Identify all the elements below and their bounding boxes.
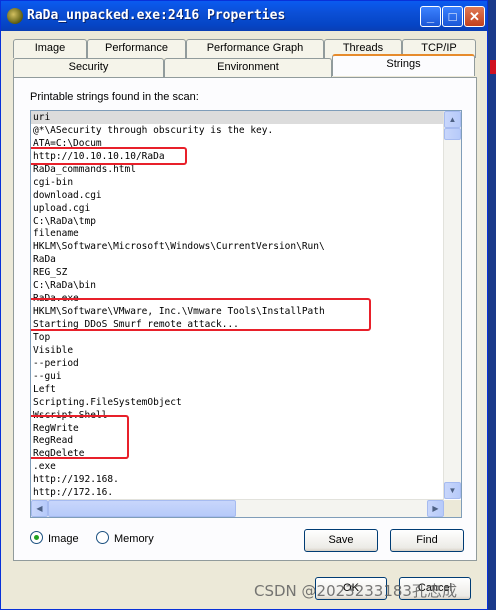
scroll-corner bbox=[444, 500, 461, 517]
background-mark bbox=[490, 60, 496, 74]
maximize-button[interactable]: □ bbox=[442, 6, 463, 27]
tab-performance[interactable]: Performance bbox=[87, 39, 186, 58]
string-list-item[interactable]: uri bbox=[31, 111, 444, 124]
string-list-item[interactable]: http://192.168. bbox=[31, 473, 444, 486]
title-bar[interactable]: RaDa_unpacked.exe:2416 Properties _ □ ✕ bbox=[1, 1, 487, 31]
tab-strings[interactable]: Strings bbox=[332, 54, 475, 76]
string-list-item[interactable]: --period bbox=[31, 357, 444, 370]
vertical-scroll-thumb[interactable] bbox=[444, 128, 461, 140]
scroll-right-arrow-icon[interactable]: ▶ bbox=[427, 500, 444, 517]
radio-image-label: Image bbox=[48, 533, 79, 545]
string-list-item[interactable]: @*\ASecurity through obscurity is the ke… bbox=[31, 124, 444, 137]
highlight-box-vmware-ddos bbox=[31, 298, 371, 331]
strings-listbox[interactable]: uri @*\ASecurity through obscurity is the… bbox=[30, 110, 462, 518]
scroll-left-arrow-icon[interactable]: ◀ bbox=[31, 500, 48, 517]
horizontal-scrollbar[interactable]: ◀ ▶ bbox=[31, 499, 444, 517]
scroll-up-arrow-icon[interactable]: ▲ bbox=[444, 111, 461, 128]
find-button[interactable]: Find bbox=[390, 529, 464, 552]
string-list-item[interactable]: filename bbox=[31, 227, 444, 240]
highlight-box-url bbox=[31, 147, 187, 165]
string-list-item[interactable]: download.cgi bbox=[31, 189, 444, 202]
minimize-button[interactable]: _ bbox=[420, 6, 441, 27]
string-list-item[interactable]: .exe bbox=[31, 460, 444, 473]
strings-panel: Printable strings found in the scan: uri… bbox=[13, 77, 477, 561]
close-button[interactable]: ✕ bbox=[464, 6, 485, 27]
string-list-item[interactable]: cgi-bin bbox=[31, 176, 444, 189]
string-list-item[interactable]: Visible bbox=[31, 344, 444, 357]
string-list-item[interactable]: upload.cgi bbox=[31, 202, 444, 215]
string-list-item[interactable]: REG_SZ bbox=[31, 266, 444, 279]
scroll-down-arrow-icon[interactable]: ▼ bbox=[444, 482, 461, 499]
radio-memory-label: Memory bbox=[114, 533, 154, 545]
tab-image[interactable]: Image bbox=[13, 39, 87, 58]
string-list-item[interactable]: HKLM\Software\Microsoft\Windows\CurrentV… bbox=[31, 240, 444, 253]
horizontal-scroll-thumb[interactable] bbox=[48, 500, 236, 517]
string-list-item[interactable]: C:\RaDa\tmp bbox=[31, 215, 444, 228]
string-list-item[interactable]: Top bbox=[31, 331, 444, 344]
string-list-item[interactable]: Scripting.FileSystemObject bbox=[31, 396, 444, 409]
save-button[interactable]: Save bbox=[304, 529, 378, 552]
string-list-item[interactable]: Left bbox=[31, 383, 444, 396]
radio-memory-indicator[interactable] bbox=[96, 531, 109, 544]
tab-performance-graph[interactable]: Performance Graph bbox=[186, 39, 324, 58]
string-list-item[interactable]: http://172.16. bbox=[31, 486, 444, 499]
tab-environment[interactable]: Environment bbox=[164, 58, 332, 77]
radio-image-indicator[interactable] bbox=[30, 531, 43, 544]
csdn-watermark: CSDN @2023233183孔志成 bbox=[254, 582, 457, 600]
properties-window: RaDa_unpacked.exe:2416 Properties _ □ ✕ … bbox=[0, 0, 488, 610]
highlight-box-registry-ops bbox=[31, 415, 129, 459]
string-list-item[interactable]: C:\RaDa\bin bbox=[31, 279, 444, 292]
tab-row-2: Security Environment Strings bbox=[13, 54, 477, 77]
background-desktop-strip bbox=[488, 0, 496, 610]
app-icon bbox=[7, 8, 23, 24]
string-list-item[interactable]: --gui bbox=[31, 370, 444, 383]
radio-image[interactable]: Image bbox=[30, 531, 79, 545]
tab-security[interactable]: Security bbox=[13, 58, 164, 77]
radio-memory[interactable]: Memory bbox=[96, 531, 154, 545]
string-list-item[interactable]: RaDa bbox=[31, 253, 444, 266]
strings-label: Printable strings found in the scan: bbox=[30, 91, 199, 103]
vertical-scrollbar[interactable]: ▲ ▼ bbox=[443, 111, 461, 499]
window-title: RaDa_unpacked.exe:2416 Properties bbox=[27, 8, 286, 23]
